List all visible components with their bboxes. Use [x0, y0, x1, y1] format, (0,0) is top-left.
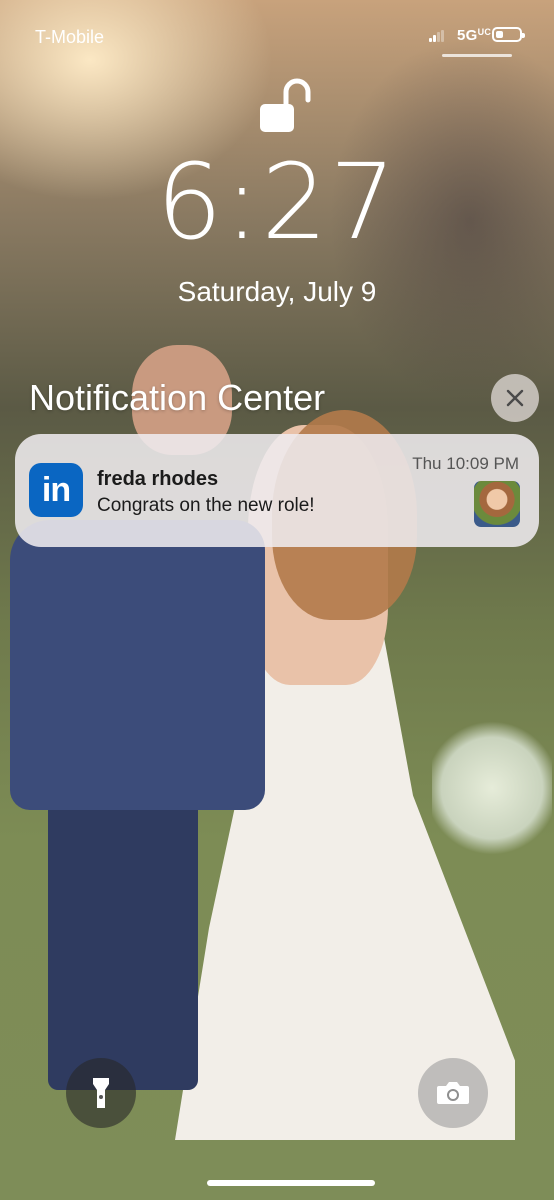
notification-card[interactable]: in freda rhodes Thu 10:09 PM Congrats on…	[15, 434, 539, 547]
flashlight-button[interactable]	[66, 1058, 136, 1128]
clear-notifications-button[interactable]	[491, 374, 539, 422]
cellular-signal-icon	[429, 30, 444, 42]
camera-button[interactable]	[418, 1058, 488, 1128]
lock-screen-time: 6:27	[156, 141, 398, 263]
flashlight-icon	[93, 1078, 109, 1108]
home-indicator[interactable]	[207, 1180, 375, 1186]
notification-message: Congrats on the new role!	[97, 495, 315, 516]
network-type: 5GUC	[457, 27, 492, 44]
camera-icon	[437, 1082, 469, 1104]
lock-screen-date: Saturday, July 9	[177, 276, 377, 307]
unlocked-padlock-icon	[260, 78, 311, 132]
battery-icon	[492, 27, 525, 42]
status-bar[interactable]: T-Mobile 5GUC	[0, 0, 554, 70]
notification-center-title: Notification Center	[29, 377, 326, 418]
notification-time: Thu 10:09 PM	[412, 454, 519, 473]
linkedin-icon: in	[29, 463, 83, 517]
control-center-hint[interactable]	[442, 54, 512, 57]
notification-sender: freda rhodes	[97, 468, 219, 490]
close-icon	[506, 389, 524, 407]
carrier-name: T-Mobile	[35, 27, 105, 47]
sender-avatar	[474, 481, 520, 527]
